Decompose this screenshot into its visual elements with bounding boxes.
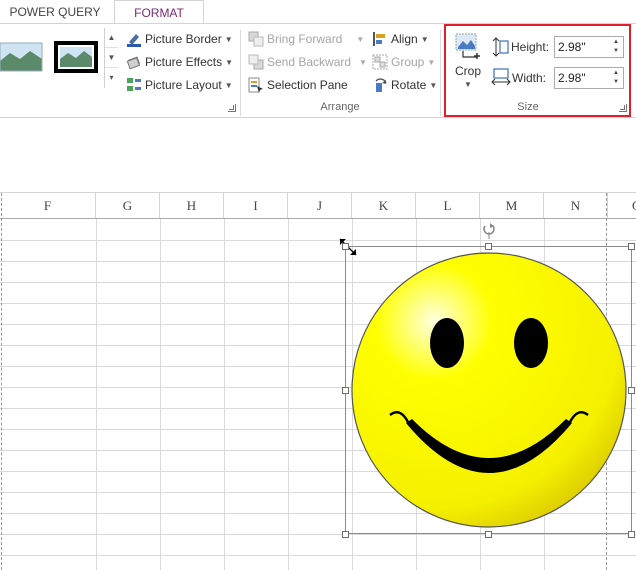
chevron-down-icon: ▼: [359, 57, 367, 67]
gridline: [0, 240, 636, 241]
formula-area: [0, 119, 636, 193]
gridline: [0, 534, 636, 535]
smiley-right-eye: [514, 318, 548, 368]
rotate-button[interactable]: Rotate ▼: [372, 75, 437, 95]
resize-handle-right[interactable]: [628, 387, 635, 394]
rotate-handle-icon[interactable]: [481, 222, 497, 240]
chevron-down-icon: ▼: [224, 80, 233, 90]
resize-handle-top[interactable]: [485, 243, 492, 250]
resize-handle-top-left[interactable]: [342, 243, 349, 250]
column-header-n[interactable]: N: [544, 193, 608, 219]
column-header-o[interactable]: O: [608, 193, 636, 219]
column-header-m[interactable]: M: [480, 193, 544, 219]
resize-handle-top-right[interactable]: [628, 243, 635, 250]
column-header-h[interactable]: H: [160, 193, 224, 219]
gridline: [0, 555, 636, 556]
ribbon-tab-bar: POWER QUERY FORMAT: [0, 0, 636, 24]
chevron-down-icon: ▼: [356, 34, 365, 44]
align-button[interactable]: Align ▼: [372, 29, 429, 49]
worksheet-grid[interactable]: F G H I J K L M N O: [0, 193, 636, 570]
picture-border-icon: [127, 33, 141, 47]
gallery-up-icon[interactable]: ▲: [105, 28, 118, 48]
column-header-g[interactable]: G: [96, 193, 160, 219]
chevron-down-icon: ▼: [225, 57, 234, 67]
page-break-line: [1, 193, 2, 570]
picture-style-thumbnail-1[interactable]: [0, 41, 44, 73]
selection-pane-button[interactable]: Selection Pane: [248, 75, 348, 95]
resize-handle-bottom-right[interactable]: [628, 531, 635, 538]
smiley-face-circle: [351, 252, 627, 528]
picture-layout-label: Picture Layout: [145, 78, 222, 92]
bring-forward-label: Bring Forward: [267, 32, 343, 46]
style-gallery-scroll[interactable]: ▲ ▼ ▾: [104, 28, 118, 88]
picture-layout-button[interactable]: Picture Layout ▼: [126, 75, 233, 95]
gridline: [288, 219, 289, 570]
smiley-left-eye: [430, 318, 464, 368]
group-button[interactable]: Group ▼: [372, 52, 435, 72]
gallery-down-icon[interactable]: ▼: [105, 48, 118, 68]
send-backward-icon: [248, 54, 264, 70]
bring-forward-icon: [248, 31, 264, 47]
resize-handle-bottom[interactable]: [485, 531, 492, 538]
arrange-group-label: Arrange: [320, 101, 360, 113]
picture-styles-launcher-icon[interactable]: [228, 104, 236, 112]
chevron-down-icon: ▼: [429, 80, 438, 90]
send-backward-button[interactable]: Send Backward ▼: [248, 52, 367, 72]
picture-layout-icon: [127, 77, 141, 91]
gridline: [96, 219, 97, 570]
align-icon: [373, 31, 385, 46]
picture-style-thumbnail-2[interactable]: [54, 41, 98, 73]
smiley-face-picture[interactable]: [346, 247, 632, 533]
selection-pane-label: Selection Pane: [267, 78, 348, 92]
column-header-k[interactable]: K: [352, 193, 416, 219]
group-separator: [240, 30, 241, 116]
picture-effects-icon: [126, 56, 141, 70]
picture-effects-button[interactable]: Picture Effects ▼: [126, 52, 233, 72]
column-header-l[interactable]: L: [416, 193, 480, 219]
tab-format[interactable]: FORMAT: [114, 0, 204, 24]
column-header-j[interactable]: J: [288, 193, 352, 219]
align-label: Align: [391, 32, 418, 46]
gridline: [160, 219, 161, 570]
bring-forward-button[interactable]: Bring Forward ▼: [248, 29, 364, 49]
resize-handle-left[interactable]: [342, 387, 349, 394]
send-backward-label: Send Backward: [267, 55, 352, 69]
size-group-highlight: [444, 24, 631, 117]
column-header-i[interactable]: I: [224, 193, 288, 219]
group-icon: [372, 54, 388, 70]
resize-handle-bottom-left[interactable]: [342, 531, 349, 538]
picture-effects-label: Picture Effects: [145, 55, 223, 69]
gridline: [224, 219, 225, 570]
chevron-down-icon: ▼: [427, 57, 436, 67]
tab-power-query[interactable]: POWER QUERY: [0, 0, 110, 24]
rotate-label: Rotate: [391, 78, 427, 92]
chevron-down-icon: ▼: [224, 34, 233, 44]
column-header-f[interactable]: F: [0, 193, 96, 219]
picture-border-label: Picture Border: [145, 32, 222, 46]
selection-pane-icon: [248, 77, 263, 93]
chevron-down-icon: ▼: [420, 34, 429, 44]
picture-border-button[interactable]: Picture Border ▼: [126, 29, 233, 49]
rotate-icon: [375, 78, 387, 92]
group-label: Group: [391, 55, 425, 69]
gallery-more-icon[interactable]: ▾: [105, 68, 118, 88]
group-separator: [440, 30, 441, 116]
